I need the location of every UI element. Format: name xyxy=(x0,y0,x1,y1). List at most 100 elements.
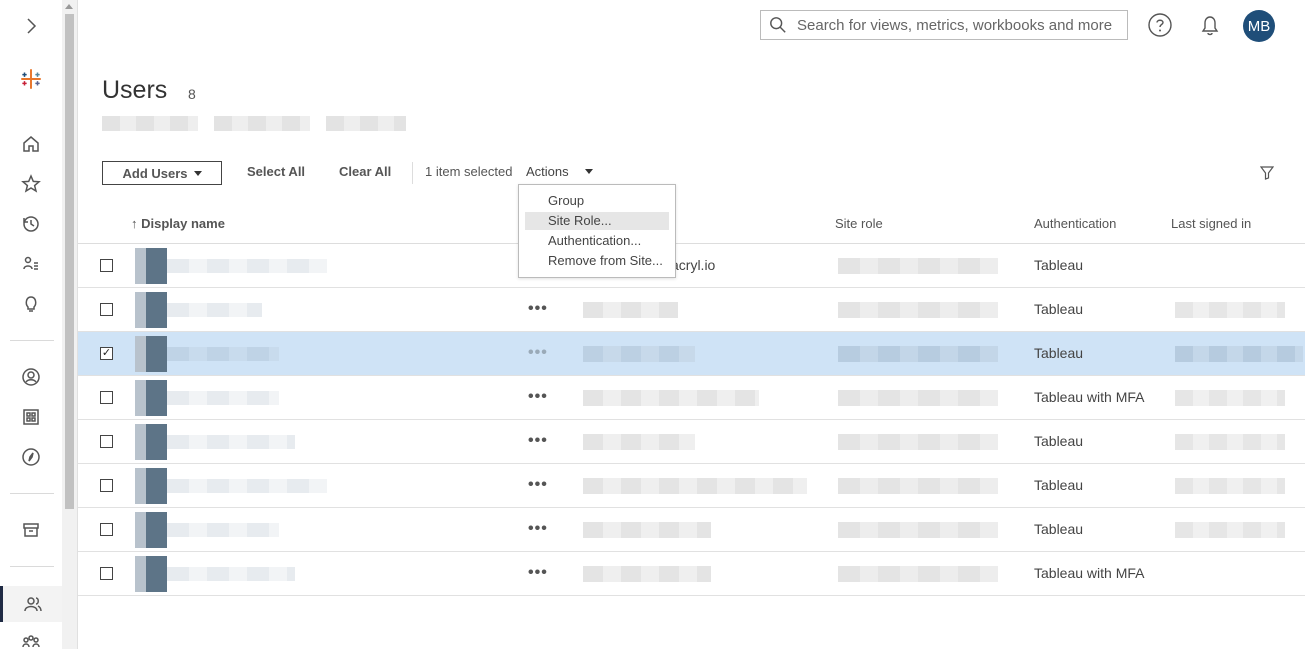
toolbar-divider xyxy=(412,162,413,184)
groups-nav-button[interactable] xyxy=(0,628,62,658)
redacted-username xyxy=(583,346,695,362)
nav-divider xyxy=(10,340,54,341)
more-actions-button[interactable]: ••• xyxy=(528,476,548,494)
redacted-site-role xyxy=(838,390,998,406)
redacted-site-role xyxy=(838,478,998,494)
redacted-last-signed-in xyxy=(1175,522,1285,538)
redacted-site-role xyxy=(838,258,998,274)
more-actions-button[interactable]: ••• xyxy=(528,564,548,582)
auth-cell: Tableau with MFA xyxy=(1034,565,1145,581)
explore-nav-button[interactable] xyxy=(0,442,62,472)
personal-space-nav-button[interactable] xyxy=(0,362,62,392)
scroll-thumb[interactable] xyxy=(65,14,74,509)
tableau-logo[interactable] xyxy=(0,64,62,94)
row-checkbox[interactable] xyxy=(100,303,113,316)
redacted-site-role xyxy=(838,434,998,450)
table-row[interactable]: ••• Tableau with MFA xyxy=(78,376,1305,420)
user-circle-icon xyxy=(22,368,40,386)
redacted-avatar xyxy=(135,292,167,328)
recommendations-nav-button[interactable] xyxy=(0,289,62,319)
star-icon xyxy=(21,174,41,193)
redacted-avatar xyxy=(135,336,167,372)
column-header-last-signed-in[interactable]: Last signed in xyxy=(1171,216,1251,231)
users-nav-button[interactable] xyxy=(0,586,62,622)
help-icon[interactable] xyxy=(1148,13,1172,37)
nav-scrollbar[interactable] xyxy=(62,0,78,649)
left-nav xyxy=(0,0,63,649)
row-checkbox[interactable] xyxy=(100,567,113,580)
auth-cell: Tableau xyxy=(1034,257,1084,273)
nav-divider xyxy=(10,566,54,567)
row-checkbox[interactable] xyxy=(100,259,113,272)
menu-item-site-role[interactable]: Site Role... xyxy=(525,212,669,230)
row-checkbox[interactable] xyxy=(100,435,113,448)
favorites-nav-button[interactable] xyxy=(0,169,62,199)
scroll-up-arrow-icon[interactable] xyxy=(65,4,73,9)
collections-nav-button[interactable] xyxy=(0,402,62,432)
redacted-username xyxy=(583,478,807,494)
more-actions-button[interactable]: ••• xyxy=(528,300,548,318)
redacted-last-signed-in xyxy=(1175,390,1285,406)
redacted-display-name xyxy=(167,347,279,361)
column-header-authentication[interactable]: Authentication xyxy=(1034,216,1116,231)
redacted-tab xyxy=(214,116,310,131)
page-title: Users xyxy=(102,76,168,104)
recents-nav-button[interactable] xyxy=(0,209,62,239)
lightbulb-icon xyxy=(25,296,37,312)
clear-all-button[interactable]: Clear All xyxy=(339,164,391,179)
redacted-username xyxy=(583,302,678,318)
redacted-username xyxy=(583,434,695,450)
column-header-display-name[interactable]: ↑ Display name xyxy=(131,216,225,231)
username-fragment: acryl.io xyxy=(671,257,716,273)
column-header-site-role[interactable]: Site role xyxy=(835,216,883,231)
redacted-display-name xyxy=(167,567,295,581)
bell-icon[interactable] xyxy=(1198,13,1222,37)
row-checkbox[interactable] xyxy=(100,479,113,492)
auth-cell: Tableau xyxy=(1034,433,1084,449)
menu-item-authentication[interactable]: Authentication... xyxy=(525,232,669,250)
user-avatar[interactable]: MB xyxy=(1243,10,1275,42)
redacted-avatar xyxy=(135,248,167,284)
expand-nav-button[interactable] xyxy=(0,11,62,41)
redacted-avatar xyxy=(135,380,167,416)
more-actions-button[interactable]: ••• xyxy=(528,432,548,450)
table-row[interactable]: ••• Tableau xyxy=(78,508,1305,552)
redacted-display-name xyxy=(167,303,262,317)
redacted-display-name xyxy=(167,259,327,273)
table-row[interactable]: ••• Tableau with MFA xyxy=(78,552,1305,596)
more-actions-button[interactable]: ••• xyxy=(528,344,548,362)
more-actions-button[interactable]: ••• xyxy=(528,388,548,406)
actions-dropdown[interactable]: Actions xyxy=(526,164,593,179)
menu-item-group-membership[interactable]: Group Membership... xyxy=(525,192,669,226)
redacted-display-name xyxy=(167,479,327,493)
redacted-avatar xyxy=(135,512,167,548)
row-checkbox[interactable] xyxy=(100,523,113,536)
home-nav-button[interactable] xyxy=(0,129,62,159)
column-header-label: Display name xyxy=(141,216,225,231)
tableau-logo-icon xyxy=(21,69,41,89)
redacted-last-signed-in xyxy=(1175,346,1303,362)
select-all-button[interactable]: Select All xyxy=(247,164,305,179)
table-row[interactable]: ••• Tableau xyxy=(78,288,1305,332)
external-assets-nav-button[interactable] xyxy=(0,515,62,545)
table-row[interactable]: acryl.io Tableau xyxy=(78,244,1305,288)
actions-label: Actions xyxy=(526,164,569,179)
auth-cell: Tableau xyxy=(1034,477,1084,493)
chevron-right-icon xyxy=(27,18,37,34)
row-checkbox-checked[interactable]: ✓ xyxy=(100,347,113,360)
users-icon xyxy=(23,597,42,612)
table-row[interactable]: ••• Tableau xyxy=(78,420,1305,464)
redacted-display-name xyxy=(167,523,279,537)
search-input[interactable] xyxy=(795,15,1119,35)
auth-cell: Tableau xyxy=(1034,345,1084,361)
shared-nav-button[interactable] xyxy=(0,249,62,279)
table-row[interactable]: ✓ ••• Tableau xyxy=(78,332,1305,376)
filter-icon[interactable] xyxy=(1260,166,1274,180)
more-actions-button[interactable]: ••• xyxy=(528,520,548,538)
compass-icon xyxy=(22,448,40,466)
menu-item-remove-from-site[interactable]: Remove from Site... xyxy=(525,252,669,270)
table-row[interactable]: ••• Tableau xyxy=(78,464,1305,508)
search-box[interactable] xyxy=(760,10,1128,40)
add-users-button[interactable]: Add Users xyxy=(102,161,222,185)
row-checkbox[interactable] xyxy=(100,391,113,404)
